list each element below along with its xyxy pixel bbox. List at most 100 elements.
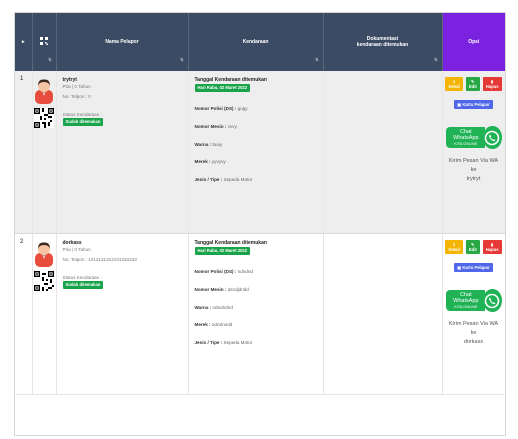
header-select-toggle[interactable]: ▸: [15, 13, 33, 71]
hapus-button[interactable]: ▮ Hapus: [482, 77, 502, 91]
jenis-line: Jenis / Tipe : Sepeda Motor: [195, 340, 319, 347]
nopol-line: Nomor Polisi (DS) : gugy: [195, 106, 319, 113]
merek-line: Merek : yyvyvy: [195, 159, 319, 166]
wa-message-recipient: dorkass: [463, 338, 484, 345]
chat-whatsapp-button[interactable]: Chat WhatsApp KITA ONLINE: [445, 126, 502, 149]
table-header-row: ▸ ⇅ Nama Pelapor ⇅ Kendaraan ⇅ Dokumentasi…: [15, 13, 505, 71]
wa-sub-label: KITA ONLINE: [454, 304, 478, 309]
chat-whatsapp-button[interactable]: Chat WhatsApp KITA ONLINE: [445, 289, 502, 312]
wa-main-label: Chat WhatsApp: [453, 128, 479, 142]
detail-button[interactable]: ℹ Detail: [445, 77, 463, 91]
wa-message-line: Kirim Pesan Via WA ke: [448, 158, 499, 173]
nomesin-value: vvvy: [227, 124, 237, 129]
nomesin-value: dsndjdndd: [227, 287, 249, 292]
table-row: 1 trytryt Pria | 0 Tahun No. Telpon: 0 …: [15, 71, 505, 234]
warna-label: Warna :: [194, 141, 212, 147]
hapus-label: Hapus: [485, 84, 499, 89]
jenis-label: Jenis / Tipe :: [194, 176, 223, 182]
tanggal-label: Tanggal Kendaraan ditemukan: [194, 77, 267, 83]
avatar-cell: [32, 233, 57, 395]
pelapor-gender-age: Pria | 0 Tahun: [62, 247, 91, 252]
warna-label: Warna :: [194, 304, 212, 310]
status-badge: Sudah ditemukan: [62, 281, 104, 290]
qr-code-icon: [34, 271, 54, 291]
detail-button[interactable]: ℹ Detail: [445, 240, 463, 254]
whatsapp-icon: [483, 126, 502, 149]
pelapor-gender-age: Pria | 0 Tahun: [62, 84, 91, 89]
jenis-label: Jenis / Tipe :: [194, 339, 223, 345]
header-dokumentasi[interactable]: Dokumentasi kendaraan ditemukan ⇅: [323, 13, 443, 71]
edit-button[interactable]: ✎ Edit: [465, 77, 480, 91]
kartu-pelapor-button[interactable]: ▣ Kartu Pelapor: [454, 100, 493, 109]
laporan-table: ▸ ⇅ Nama Pelapor ⇅ Kendaraan ⇅ Dokumentasi…: [15, 13, 505, 395]
warna-value: ndndndnd: [212, 304, 233, 310]
header-label: Opsi: [468, 39, 480, 45]
nopol-value: gugy: [237, 106, 248, 112]
wa-main-label: Chat WhatsApp: [453, 291, 479, 305]
dokumentasi-cell: [323, 71, 443, 234]
table-row: 2 dorkass Pria | 0 Tahun No. Telpon: 13…: [15, 233, 505, 395]
avatar-icon: [35, 242, 53, 267]
jenis-line: Jenis / Tipe : Sepeda Motor: [195, 177, 319, 184]
wa-message: Kirim Pesan Via WA ke trytryt: [446, 157, 502, 183]
whatsapp-icon: [483, 289, 502, 312]
id-card-icon: ▣: [457, 102, 462, 107]
header-label: Nama Pelapor: [105, 39, 139, 45]
wa-sub-label: KITA ONLINE: [454, 141, 478, 146]
status-badge: Sudah ditemukan: [62, 118, 104, 127]
tanggal-label: Tanggal Kendaraan ditemukan: [194, 240, 267, 246]
pelapor-name: dorkass: [62, 240, 82, 246]
nomesin-label: Nomor Mesin :: [194, 124, 227, 129]
nopol-line: Nomor Polisi (DS) : ndndnd: [195, 269, 319, 276]
avatar-icon: [35, 79, 53, 104]
row-number: 2: [15, 233, 33, 395]
wa-message-recipient: trytryt: [466, 175, 481, 182]
jenis-value: Sepeda Motor: [223, 339, 253, 345]
header-label: Kendaraan: [242, 39, 269, 45]
hapus-button[interactable]: ▮ Hapus: [482, 240, 502, 254]
caret-icon: ▸: [21, 39, 25, 45]
merek-line: Merek : ndndnndd: [195, 322, 319, 329]
kartu-pelapor-button[interactable]: ▣ Kartu Pelapor: [454, 263, 493, 272]
warna-line: Warna : buvy: [195, 142, 319, 149]
id-card-icon: ▣: [457, 265, 462, 270]
sort-icon[interactable]: ⇅: [180, 57, 183, 62]
jenis-value: Sepeda Motor: [223, 176, 253, 182]
avatar-cell: [32, 71, 57, 234]
merek-value: yyvyvy: [211, 159, 226, 165]
nomesin-line: Nomor Mesin : dsndjdndd: [195, 287, 319, 294]
detail-label: Detail: [448, 247, 460, 252]
sort-icon[interactable]: ⇅: [48, 57, 51, 62]
edit-label: Edit: [468, 84, 477, 89]
warna-value: buvy: [212, 141, 223, 147]
dokumentasi-cell: [323, 233, 443, 395]
hapus-label: Hapus: [485, 247, 499, 252]
wa-message: Kirim Pesan Via WA ke dorkass: [446, 320, 502, 346]
opsi-cell: ℹ Detail ✎ Edit ▮ Hapus ▣ Kartu Pelapor …: [442, 71, 505, 234]
qr-code-icon: [34, 108, 54, 128]
header-opsi: Opsi: [442, 13, 505, 71]
nopol-label: Nomor Polisi (DS) :: [194, 106, 237, 112]
pelapor-cell: trytryt Pria | 0 Tahun No. Telpon : 0 St…: [56, 71, 189, 234]
kendaraan-cell: Tanggal Kendaraan ditemukan Hari Rabu, 0…: [188, 233, 324, 395]
edit-button[interactable]: ✎ Edit: [465, 240, 480, 254]
opsi-cell: ℹ Detail ✎ Edit ▮ Hapus ▣ Kartu Pelapor …: [442, 233, 505, 395]
edit-label: Edit: [468, 247, 477, 252]
detail-label: Detail: [448, 84, 460, 89]
wa-message-line: Kirim Pesan Via WA ke: [448, 321, 499, 336]
kartu-label: Kartu Pelapor: [462, 265, 490, 270]
warna-line: Warna : ndndndnd: [195, 305, 319, 312]
pelapor-name: trytryt: [62, 77, 77, 83]
kendaraan-cell: Tanggal Kendaraan ditemukan Hari Rabu, 0…: [188, 71, 324, 234]
sort-icon[interactable]: ⇅: [315, 57, 318, 62]
sort-icon[interactable]: ⇅: [434, 57, 437, 62]
data-table-panel: ▸ ⇅ Nama Pelapor ⇅ Kendaraan ⇅ Dokumentasi…: [14, 12, 506, 436]
nomesin-label: Nomor Mesin :: [194, 287, 227, 292]
merek-value: ndndnndd: [211, 322, 233, 328]
nomesin-line: Nomor Mesin : vvvy: [195, 124, 319, 131]
row-number: 1: [15, 71, 33, 234]
header-nama-pelapor[interactable]: Nama Pelapor ⇅: [56, 13, 189, 71]
header-kendaraan[interactable]: Kendaraan ⇅: [188, 13, 324, 71]
header-qr[interactable]: ⇅: [32, 13, 57, 71]
tanggal-badge: Hari Rabu, 02 Maret 2022: [194, 247, 251, 256]
